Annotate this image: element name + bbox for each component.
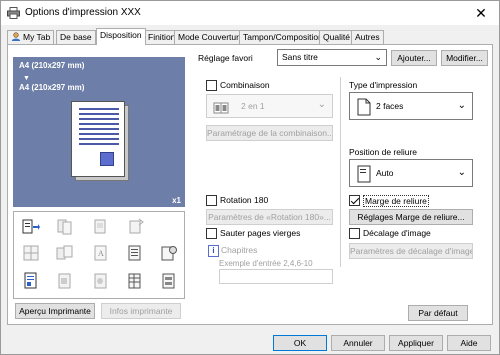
tab-mode-couverture[interactable]: Mode Couverture (174, 30, 248, 44)
tab-my-tab[interactable]: My Tab (7, 30, 55, 44)
tab-label: Tampon/Composition (243, 32, 323, 42)
print-preview: A4 (210x297 mm) ▼ A4 (210x297 mm) x1 (13, 57, 185, 207)
preview-output-size: A4 (210x297 mm) (19, 83, 85, 92)
chapters-input (219, 269, 333, 284)
tab-label: Mode Couverture (178, 32, 244, 42)
preview-paper-size: A4 (210x297 mm) (19, 61, 85, 70)
tab-label: Qualité (323, 32, 350, 42)
table-icon (128, 273, 141, 289)
overlay-icon[interactable] (22, 272, 40, 290)
document-icon (128, 245, 141, 261)
print-type-select[interactable]: 2 faces ⌄ (349, 92, 473, 120)
page-sheet (71, 101, 125, 177)
function-icon-grid: A (13, 211, 185, 299)
combinaison-select: 2 en 1 ⌄ (206, 94, 333, 118)
tab-tampon-composition[interactable]: Tampon/Composition (239, 30, 327, 44)
chevron-down-icon: ⌄ (374, 52, 382, 62)
color-page-icon (94, 273, 107, 289)
binding-position-select[interactable]: Auto ⌄ (349, 159, 473, 187)
tab-de-base[interactable]: De base (56, 30, 96, 44)
apply-button[interactable]: Appliquer (389, 335, 443, 351)
multi-page-icon (56, 245, 73, 260)
image-block (100, 152, 114, 166)
combinaison-checkbox[interactable] (206, 80, 217, 91)
printer-info-button: Infos imprimante (101, 303, 181, 319)
stamp-icon (161, 246, 177, 261)
image-shift-checkbox[interactable] (349, 228, 360, 239)
printer-icon (7, 7, 20, 19)
chevron-down-icon: ⌄ (457, 167, 466, 178)
tab-label: My Tab (23, 32, 51, 42)
text-line (79, 118, 119, 120)
binding-margin-checkbox[interactable] (349, 195, 360, 206)
duplex-page-icon (357, 98, 371, 116)
text-line (79, 143, 119, 145)
copies-count: x1 (172, 196, 181, 205)
text-line (79, 108, 119, 110)
tab-label: Disposition (100, 30, 142, 40)
booklet-icon (57, 219, 72, 235)
favorite-select[interactable]: Sans titre ⌄ (277, 49, 387, 66)
chevron-down-icon: ⌄ (457, 100, 466, 111)
image-shift-label: Décalage d'image (363, 228, 431, 238)
column-divider (340, 77, 341, 267)
binding-page-icon (357, 165, 371, 183)
help-button[interactable]: Aide (447, 335, 491, 351)
pages-icon (94, 219, 106, 234)
info-icon: i (208, 245, 219, 257)
combination-icon[interactable] (22, 218, 40, 236)
print-job-icon (162, 273, 175, 289)
chapters-example-text: Exemple d'entrée 2,4,6-10 (219, 259, 313, 268)
print-type-label: Type d'impression (349, 80, 418, 90)
tab-qualite[interactable]: Qualité (319, 30, 354, 44)
rotation-label: Rotation 180 (220, 195, 269, 205)
tab-disposition[interactable]: Disposition (96, 28, 146, 45)
skip-blank-pages-label: Sauter pages vierges (220, 228, 301, 238)
svg-text:A: A (98, 249, 104, 258)
binding-position-label: Position de reliure (349, 147, 418, 157)
shift-image-icon (58, 273, 71, 289)
add-favorite-button[interactable]: Ajouter... (391, 50, 437, 66)
ok-button[interactable]: OK (273, 335, 327, 351)
printer-preview-button[interactable]: Aperçu Imprimante (15, 303, 95, 319)
default-button[interactable]: Par défaut (408, 305, 468, 321)
tab-label: Autres (355, 32, 380, 42)
chevron-down-icon: ⌄ (317, 99, 326, 110)
binding-margin-settings-button[interactable]: Réglages Marge de reliure... (349, 209, 473, 225)
down-arrow-icon: ▼ (23, 75, 30, 82)
combinaison-label: Combinaison (220, 80, 270, 90)
rotation-checkbox[interactable] (206, 195, 217, 206)
preview-page (71, 101, 129, 181)
two-in-one-icon (213, 102, 229, 114)
rotation-settings-button: Paramètres de «Rotation 180»... (206, 209, 333, 225)
window-title: Options d'impression XXX (25, 7, 141, 18)
print-type-value: 2 faces (376, 101, 404, 111)
title-bar: Options d'impression XXX ✕ (1, 1, 499, 25)
favorite-label: Réglage favori (198, 53, 253, 63)
tab-autres[interactable]: Autres (351, 30, 384, 44)
favorite-value: Sans titre (282, 52, 318, 62)
image-shift-settings-button: Paramètres de décalage d'image... (349, 243, 473, 259)
skip-blank-pages-checkbox[interactable] (206, 228, 217, 239)
text-line (79, 138, 119, 140)
tab-label: Finition (148, 32, 176, 42)
cancel-button[interactable]: Annuler (331, 335, 385, 351)
print-options-window: Options d'impression XXX ✕ My Tab De bas… (0, 0, 500, 355)
modify-favorite-button[interactable]: Modifier... (441, 50, 488, 66)
combinaison-value: 2 en 1 (241, 101, 265, 111)
font-icon: A (94, 245, 107, 261)
tab-label: De base (60, 32, 92, 42)
binding-position-value: Auto (376, 168, 394, 178)
text-line (79, 128, 119, 130)
combinaison-settings-button: Paramétrage de la combinaison... (206, 125, 333, 141)
chapters-label: Chapitres (221, 245, 258, 255)
rotate-icon (129, 218, 144, 234)
text-line (79, 123, 119, 125)
binding-margin-label: Marge de reliure (363, 195, 429, 207)
close-icon[interactable]: ✕ (469, 4, 493, 22)
text-line (79, 133, 119, 135)
text-line (79, 113, 119, 115)
person-icon (11, 32, 21, 41)
poster-icon (23, 245, 39, 261)
